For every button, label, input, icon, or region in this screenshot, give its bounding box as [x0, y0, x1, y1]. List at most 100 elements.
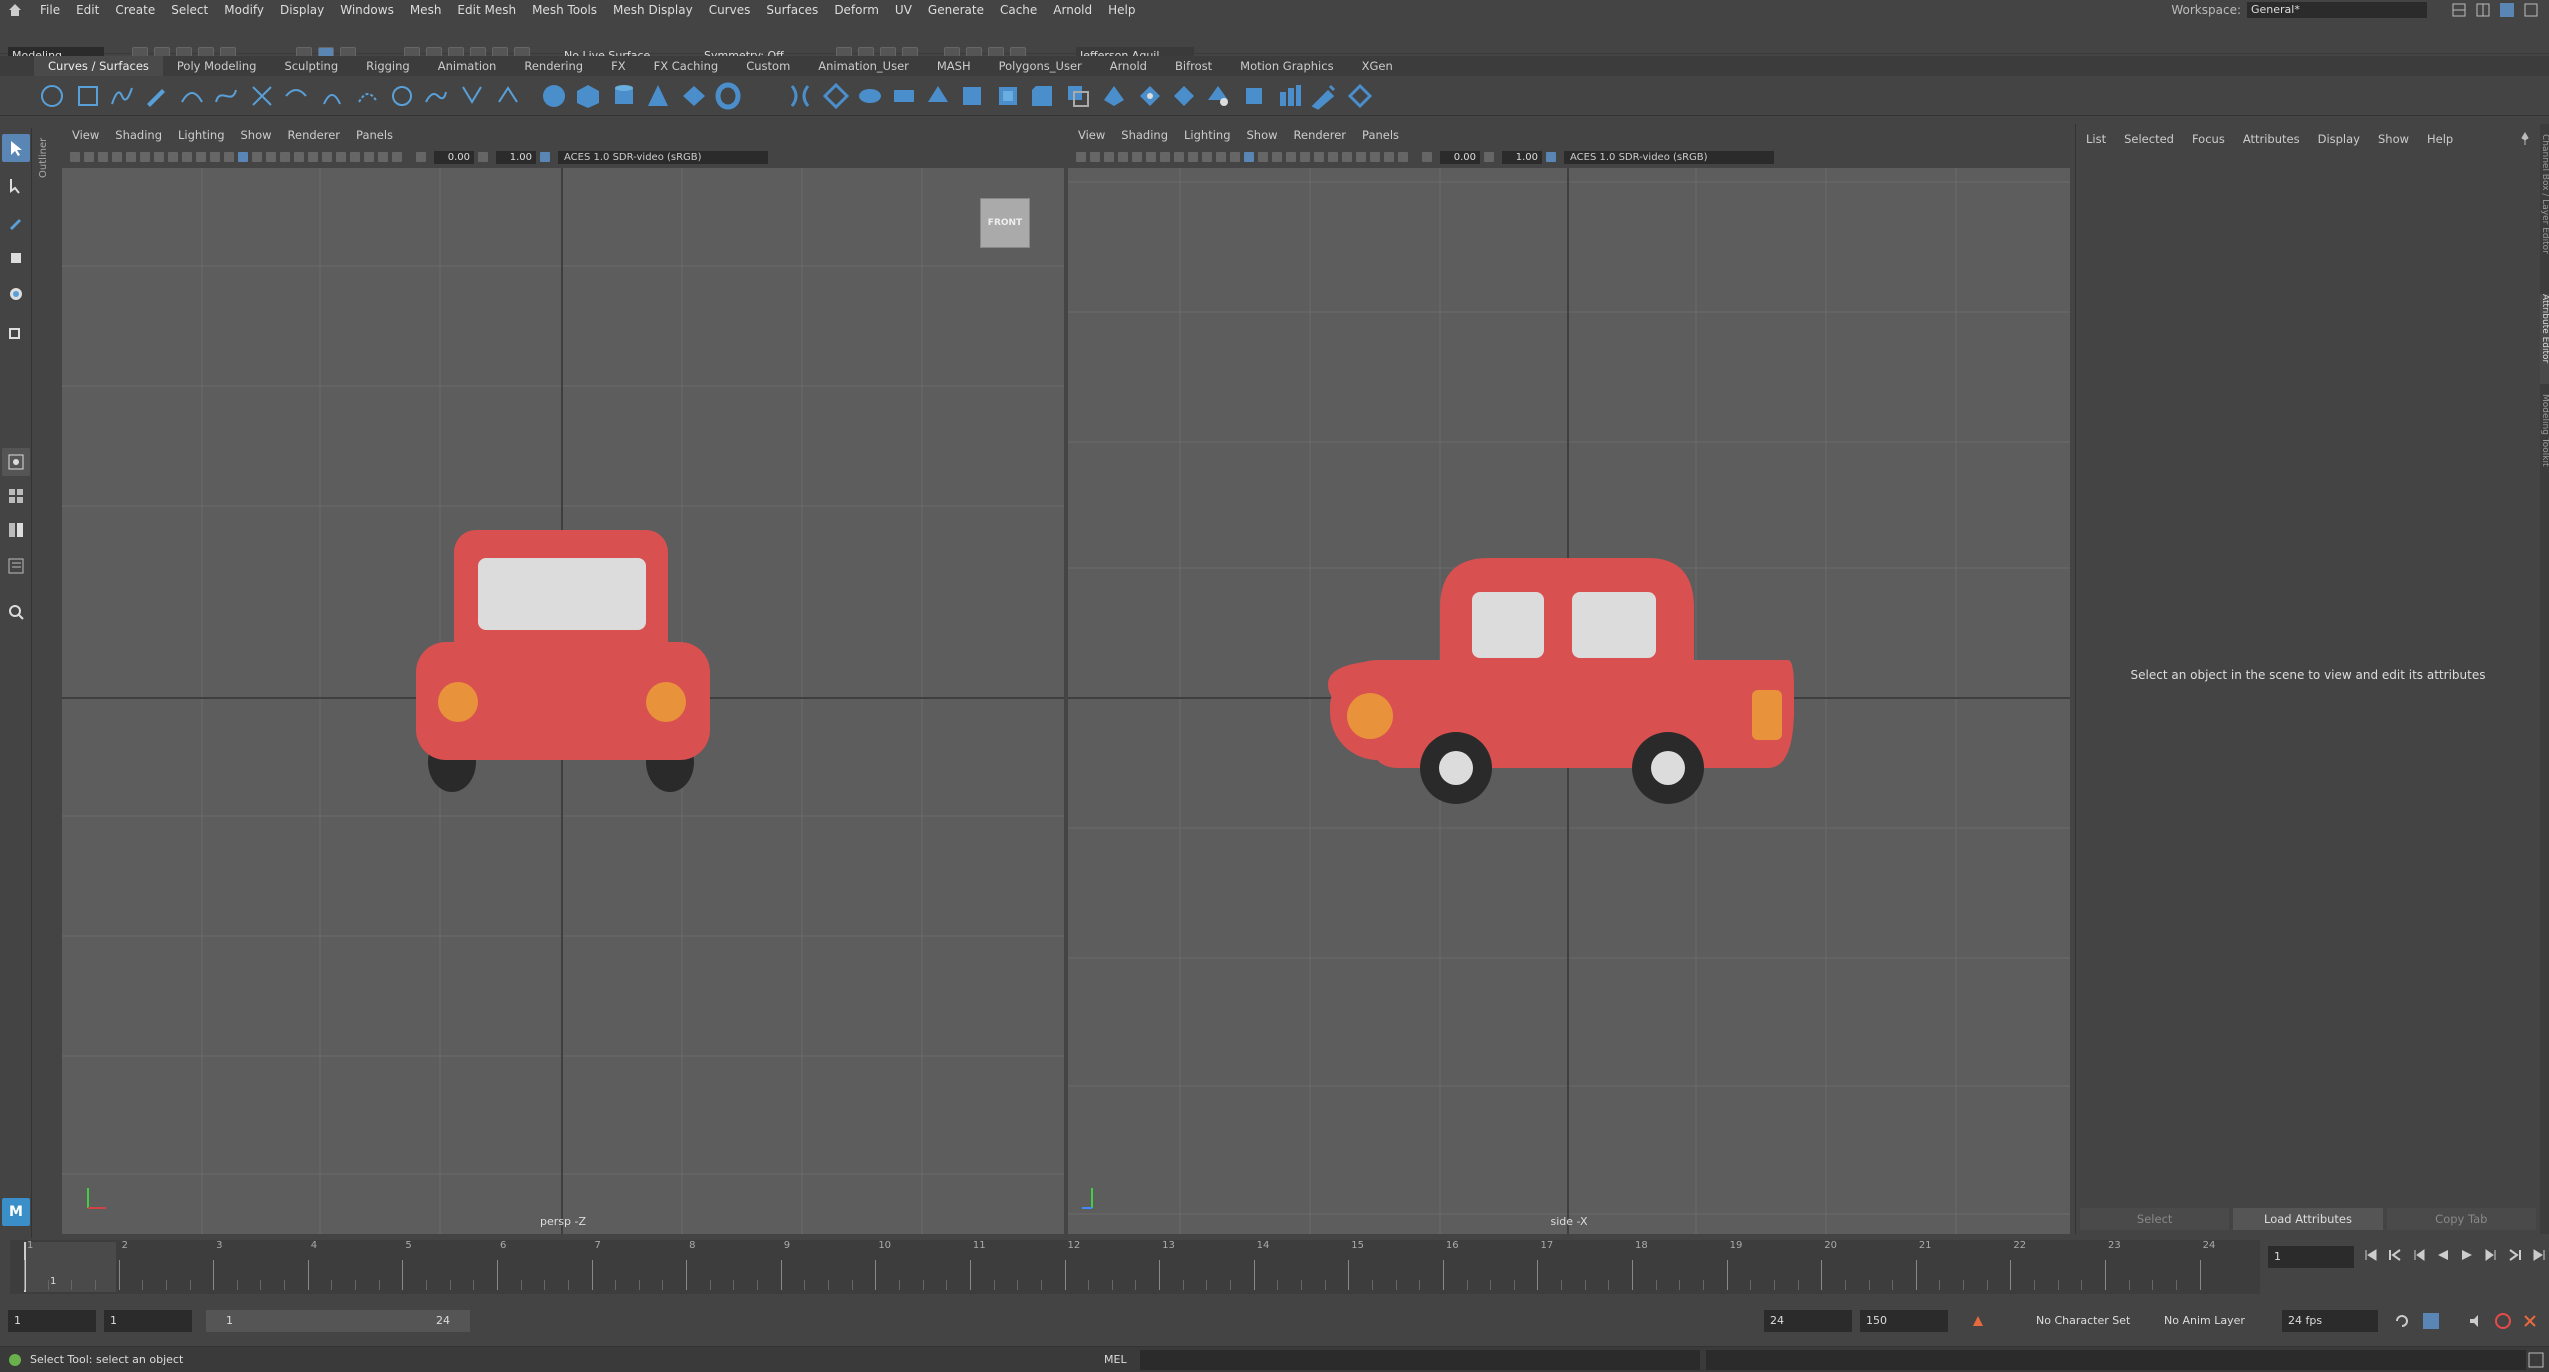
grid-toggle-icon[interactable]: [1132, 152, 1142, 162]
viewport-menu-panels[interactable]: Panels: [1362, 128, 1399, 142]
gamma-icon[interactable]: [1484, 152, 1494, 162]
home-icon[interactable]: [8, 3, 22, 17]
menu-generate[interactable]: Generate: [928, 3, 984, 17]
viewport-menu-show[interactable]: Show: [241, 128, 272, 142]
menu-create[interactable]: Create: [115, 3, 155, 17]
film-gate-icon[interactable]: [140, 152, 150, 162]
layout-icon-1[interactable]: [2451, 2, 2467, 18]
planar-icon[interactable]: [822, 82, 850, 110]
command-input[interactable]: [1140, 1350, 1700, 1370]
animation-start-field[interactable]: 1: [8, 1310, 96, 1332]
bezier-icon[interactable]: [212, 82, 240, 110]
viewport-menu-show[interactable]: Show: [1247, 128, 1278, 142]
square-surface-icon[interactable]: [994, 82, 1022, 110]
exposure-icon[interactable]: [416, 152, 426, 162]
menu-display[interactable]: Display: [280, 3, 324, 17]
menu-uv[interactable]: UV: [895, 3, 912, 17]
menu-file[interactable]: File: [40, 3, 60, 17]
cache-playback-icon[interactable]: [2422, 1312, 2440, 1330]
shelf-tab-animation[interactable]: Animation: [424, 56, 511, 76]
shelf-tab-curves-surfaces[interactable]: Curves / Surfaces: [34, 56, 163, 76]
motion-blur-icon[interactable]: [308, 152, 318, 162]
car-side-view[interactable]: [1068, 168, 2070, 1234]
attribute-menu-help[interactable]: Help: [2427, 132, 2453, 146]
attribute-menu-display[interactable]: Display: [2318, 132, 2360, 146]
pencil-curve-icon[interactable]: [142, 82, 170, 110]
nurbs-cone-icon[interactable]: [644, 82, 672, 110]
bevel-icon[interactable]: [1028, 82, 1056, 110]
audio-icon[interactable]: [2468, 1313, 2484, 1329]
wireframe-icon[interactable]: [224, 152, 234, 162]
attribute-menu-focus[interactable]: Focus: [2192, 132, 2225, 146]
nurbs-cube-icon[interactable]: [574, 82, 602, 110]
step-forward-key-icon[interactable]: [2508, 1248, 2522, 1262]
colorspace-dropdown[interactable]: ACES 1.0 SDR-video (sRGB): [558, 150, 768, 164]
reverse-curve-icon[interactable]: [388, 82, 416, 110]
menu-modify[interactable]: Modify: [224, 3, 264, 17]
select-button[interactable]: Select: [2080, 1208, 2230, 1230]
outliner-side-tab[interactable]: Outliner: [38, 128, 60, 178]
viewport-menu-lighting[interactable]: Lighting: [1184, 128, 1230, 142]
menu-curves[interactable]: Curves: [709, 3, 751, 17]
menu-arnold[interactable]: Arnold: [1053, 3, 1092, 17]
color-management-icon[interactable]: [1546, 152, 1556, 162]
smooth-shade-icon[interactable]: [238, 152, 248, 162]
current-frame-field[interactable]: 1: [2268, 1246, 2354, 1268]
xray-icon[interactable]: [364, 152, 374, 162]
script-language-toggle[interactable]: MEL: [1104, 1353, 1127, 1366]
menu-help[interactable]: Help: [1108, 3, 1135, 17]
field-chart-icon[interactable]: [182, 152, 192, 162]
gamma-icon[interactable]: [478, 152, 488, 162]
textured-icon[interactable]: [1258, 152, 1268, 162]
ambient-occlusion-icon[interactable]: [1300, 152, 1310, 162]
safe-action-icon[interactable]: [1202, 152, 1212, 162]
resolution-gate-icon[interactable]: [154, 152, 164, 162]
motion-blur-icon[interactable]: [1314, 152, 1324, 162]
step-back-frame-icon[interactable]: [2412, 1248, 2426, 1262]
range-slider-bar[interactable]: 1 24: [206, 1310, 470, 1332]
single-perspective-layout-icon[interactable]: [2, 448, 30, 476]
shelf-tab-arnold[interactable]: Arnold: [1096, 56, 1161, 76]
viewport-menu-view[interactable]: View: [72, 128, 99, 142]
cut-curve-icon[interactable]: [248, 82, 276, 110]
play-forward-icon[interactable]: [2460, 1248, 2474, 1262]
smooth-icon[interactable]: [1346, 82, 1374, 110]
shelf-tab-polygons-user[interactable]: Polygons_User: [985, 56, 1096, 76]
viewport-menu-shading[interactable]: Shading: [1121, 128, 1168, 142]
nurbs-torus-icon[interactable]: [714, 82, 742, 110]
viewport-menu-renderer[interactable]: Renderer: [288, 128, 341, 142]
scale-tool-icon[interactable]: [2, 318, 30, 346]
boundary-icon[interactable]: [958, 82, 986, 110]
shadows-icon[interactable]: [1286, 152, 1296, 162]
move-tool-icon[interactable]: [2, 244, 30, 272]
textured-icon[interactable]: [252, 152, 262, 162]
bookmark-icon[interactable]: [98, 152, 108, 162]
go-to-start-icon[interactable]: [2364, 1248, 2378, 1262]
intersect-icon[interactable]: [1064, 82, 1092, 110]
rebuild-curve-icon[interactable]: [354, 82, 382, 110]
step-forward-frame-icon[interactable]: [2484, 1248, 2498, 1262]
anti-alias-icon[interactable]: [322, 152, 332, 162]
pin-icon[interactable]: [2518, 132, 2532, 146]
attribute-menu-list[interactable]: List: [2086, 132, 2106, 146]
extrude-icon[interactable]: [924, 82, 952, 110]
select-tool-icon[interactable]: [2, 134, 30, 162]
record-icon[interactable]: [2494, 1312, 2512, 1330]
color-management-icon[interactable]: [540, 152, 550, 162]
bookmark-icon[interactable]: [1104, 152, 1114, 162]
image-plane-icon[interactable]: [1118, 152, 1128, 162]
layout-icon-4[interactable]: [2523, 2, 2539, 18]
viewport-menu-panels[interactable]: Panels: [356, 128, 393, 142]
gamma-field[interactable]: 1.00: [496, 150, 536, 164]
open-close-surface-icon[interactable]: [1276, 82, 1304, 110]
isolate-select-icon[interactable]: [1356, 152, 1366, 162]
menu-cache[interactable]: Cache: [1000, 3, 1037, 17]
search-icon[interactable]: [2, 598, 30, 626]
view-cube[interactable]: FRONT: [980, 198, 1030, 248]
lights-icon[interactable]: [266, 152, 276, 162]
lasso-tool-icon[interactable]: [2, 172, 30, 200]
attribute-editor-tab[interactable]: Attribute Editor: [2540, 294, 2549, 384]
attach-surface-icon[interactable]: [1204, 82, 1232, 110]
modeling-toolkit-tab[interactable]: Modeling Toolkit: [2540, 394, 2549, 494]
gamma-field[interactable]: 1.00: [1502, 150, 1542, 164]
